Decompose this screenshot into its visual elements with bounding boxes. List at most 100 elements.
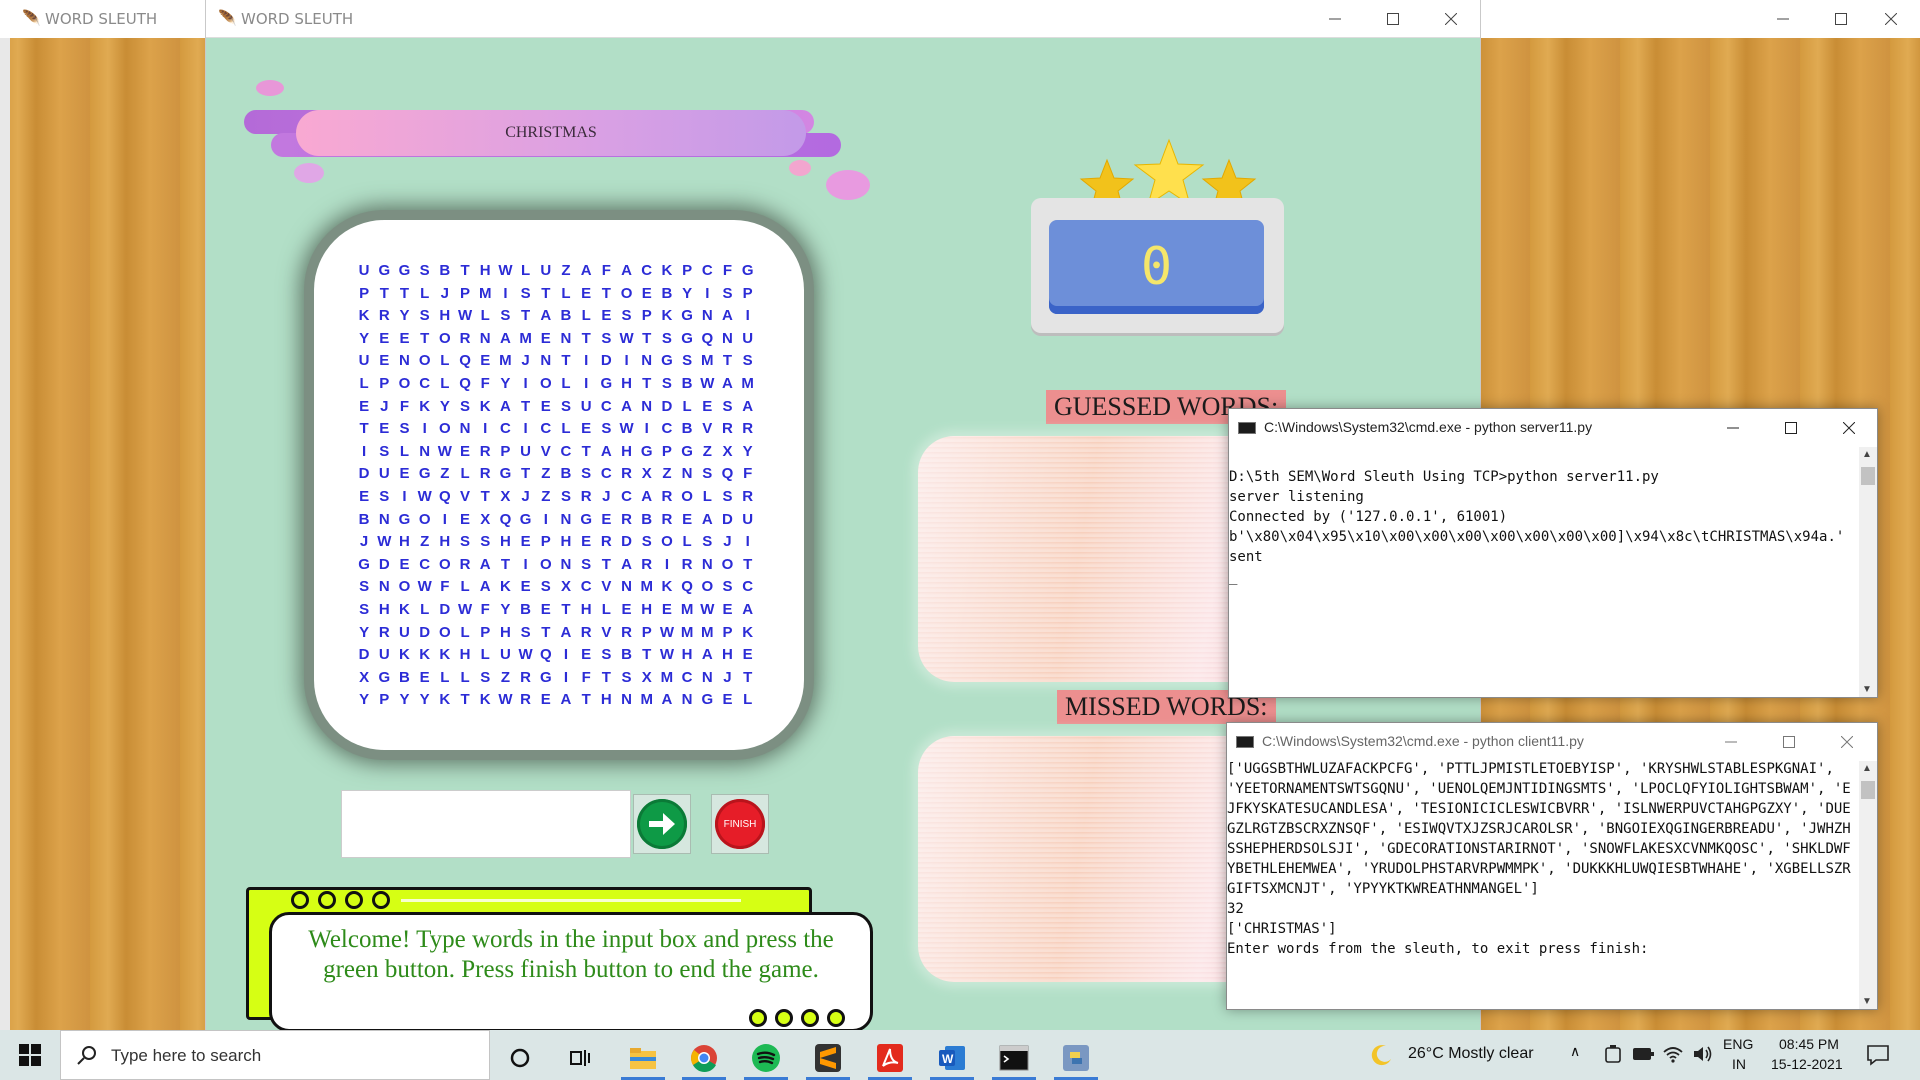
scroll-up-icon[interactable]: ▲ — [1862, 449, 1872, 460]
grid-letter: T — [561, 352, 571, 370]
grid-letter: P — [682, 262, 693, 279]
client-console-titlebar[interactable]: C:\Windows\System32\cmd.exe - python cli… — [1227, 723, 1877, 761]
file-explorer-icon[interactable] — [617, 1035, 669, 1080]
notification-icon[interactable] — [1866, 1044, 1890, 1066]
grid-letter: N — [641, 352, 653, 370]
client-console-window[interactable]: C:\Windows\System32\cmd.exe - python cli… — [1226, 722, 1878, 1010]
grid-letter: B — [661, 284, 673, 302]
grid-letter: S — [520, 623, 531, 641]
clock-time[interactable]: 08:45 PM — [1779, 1036, 1839, 1052]
start-button[interactable] — [0, 1030, 60, 1080]
grid-letter: N — [701, 555, 713, 573]
grid-letter: Y — [359, 623, 370, 641]
sublime-text-icon[interactable] — [802, 1035, 854, 1080]
minimize-button[interactable] — [1702, 723, 1760, 761]
grid-letter: S — [601, 646, 612, 664]
grid-letter: S — [379, 442, 390, 460]
grid-letter: T — [521, 397, 531, 415]
grid-letter: P — [379, 374, 390, 392]
submit-word-button[interactable] — [633, 794, 691, 854]
cmd-icon[interactable] — [988, 1035, 1040, 1080]
scrollbar[interactable]: ▲ ▼ — [1859, 761, 1877, 1009]
grid-letter: S — [742, 352, 753, 370]
close-button[interactable] — [1820, 409, 1877, 447]
finish-button[interactable]: FINISH — [711, 794, 769, 854]
word-icon[interactable]: W — [926, 1035, 978, 1080]
grid-letter: Y — [419, 691, 430, 709]
close-button[interactable] — [1862, 0, 1920, 38]
grid-letter: E — [581, 646, 592, 664]
minimize-button[interactable] — [1754, 0, 1812, 38]
minimize-button[interactable] — [1704, 409, 1762, 447]
language-region[interactable]: IN — [1732, 1056, 1746, 1072]
grid-letter: T — [601, 284, 611, 302]
grid-letter: I — [563, 668, 569, 686]
grid-row: PTTLJPMISTLETOEBYISP — [354, 283, 758, 306]
scrollbar[interactable]: ▲ ▼ — [1859, 447, 1877, 697]
grid-letter: S — [722, 578, 733, 596]
grid-letter: K — [419, 646, 431, 664]
chevron-up-icon[interactable]: ∧ — [1570, 1043, 1580, 1060]
grid-letter: A — [701, 510, 713, 528]
grid-letter: E — [540, 397, 551, 415]
weather-text[interactable]: 26°C Mostly clear — [1408, 1045, 1534, 1063]
grid-letter: O — [721, 555, 734, 573]
grid-letter: S — [621, 668, 632, 686]
grid-letter: S — [702, 533, 713, 551]
grid-letter: A — [560, 623, 572, 641]
word-grid: UGGSBTHWLUZAFACKPCFGPTTLJPMISTLETOEBYISP… — [354, 260, 758, 712]
grid-letter: N — [479, 329, 491, 347]
word-input[interactable] — [341, 790, 631, 858]
close-button[interactable] — [1818, 723, 1876, 761]
grid-letter: T — [743, 555, 753, 573]
close-button[interactable] — [1422, 0, 1480, 38]
maximize-button[interactable] — [1762, 409, 1820, 447]
minimize-button[interactable] — [1306, 0, 1364, 38]
cortana-icon[interactable] — [494, 1035, 546, 1080]
maximize-button[interactable] — [1760, 723, 1818, 761]
scroll-down-icon[interactable]: ▼ — [1862, 684, 1872, 695]
grid-letter: I — [442, 510, 447, 528]
grid-letter: J — [723, 668, 732, 686]
python-icon[interactable] — [1050, 1035, 1102, 1080]
grid-letter: T — [521, 307, 531, 325]
taskbar-search[interactable]: Type here to search — [60, 1030, 490, 1080]
language-code[interactable]: ENG — [1723, 1036, 1753, 1052]
grid-letter: L — [561, 420, 571, 438]
spotify-icon[interactable] — [740, 1035, 792, 1080]
grid-letter: S — [500, 307, 511, 325]
grid-letter: S — [460, 533, 471, 551]
chrome-icon[interactable] — [678, 1035, 730, 1080]
grid-letter: M — [519, 329, 532, 347]
battery-icon[interactable] — [1604, 1045, 1622, 1065]
grid-letter: D — [600, 352, 612, 370]
scrollbar-thumb[interactable] — [1861, 467, 1875, 485]
scroll-up-icon[interactable]: ▲ — [1862, 763, 1872, 774]
power-icon[interactable] — [1632, 1046, 1654, 1062]
grid-letter: V — [540, 442, 551, 460]
scrollbar-thumb[interactable] — [1861, 781, 1875, 799]
scroll-down-icon[interactable]: ▼ — [1862, 996, 1872, 1007]
grid-letter: I — [503, 284, 508, 302]
server-console-titlebar[interactable]: C:\Windows\System32\cmd.exe - python ser… — [1229, 409, 1877, 447]
volume-icon[interactable] — [1692, 1044, 1714, 1064]
grid-letter: O — [620, 284, 633, 302]
grid-letter: M — [640, 691, 653, 709]
task-view-icon[interactable] — [554, 1035, 606, 1080]
wifi-icon[interactable] — [1662, 1044, 1684, 1064]
grid-letter: G — [398, 510, 411, 528]
grid-letter: E — [379, 352, 390, 370]
grid-letter: E — [460, 442, 471, 460]
dot-decoration — [749, 1009, 767, 1027]
clock-date[interactable]: 15-12-2021 — [1771, 1056, 1843, 1072]
acrobat-icon[interactable] — [864, 1035, 916, 1080]
server-console-window[interactable]: C:\Windows\System32\cmd.exe - python ser… — [1228, 408, 1878, 698]
grid-letter: D — [419, 623, 431, 641]
grid-letter: W — [417, 578, 432, 596]
grid-letter: R — [641, 555, 653, 573]
maximize-button[interactable] — [1364, 0, 1422, 38]
grid-letter: I — [422, 420, 427, 438]
welcome-message: Welcome! Type words in the input box and… — [308, 926, 834, 983]
grid-letter: S — [722, 397, 733, 415]
game-window-titlebar[interactable]: 🪶 WORD SLEUTH — [206, 0, 1480, 38]
